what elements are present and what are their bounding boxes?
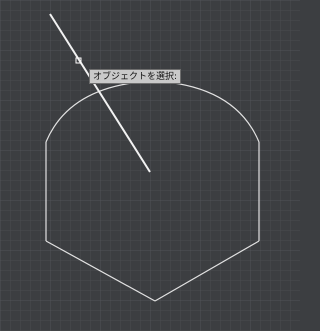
drawing-viewport[interactable]: オブジェクトを選択: [0,0,300,331]
command-tooltip: オブジェクトを選択: [89,69,182,84]
drawing-canvas[interactable] [0,0,300,331]
background-grid [0,0,300,331]
